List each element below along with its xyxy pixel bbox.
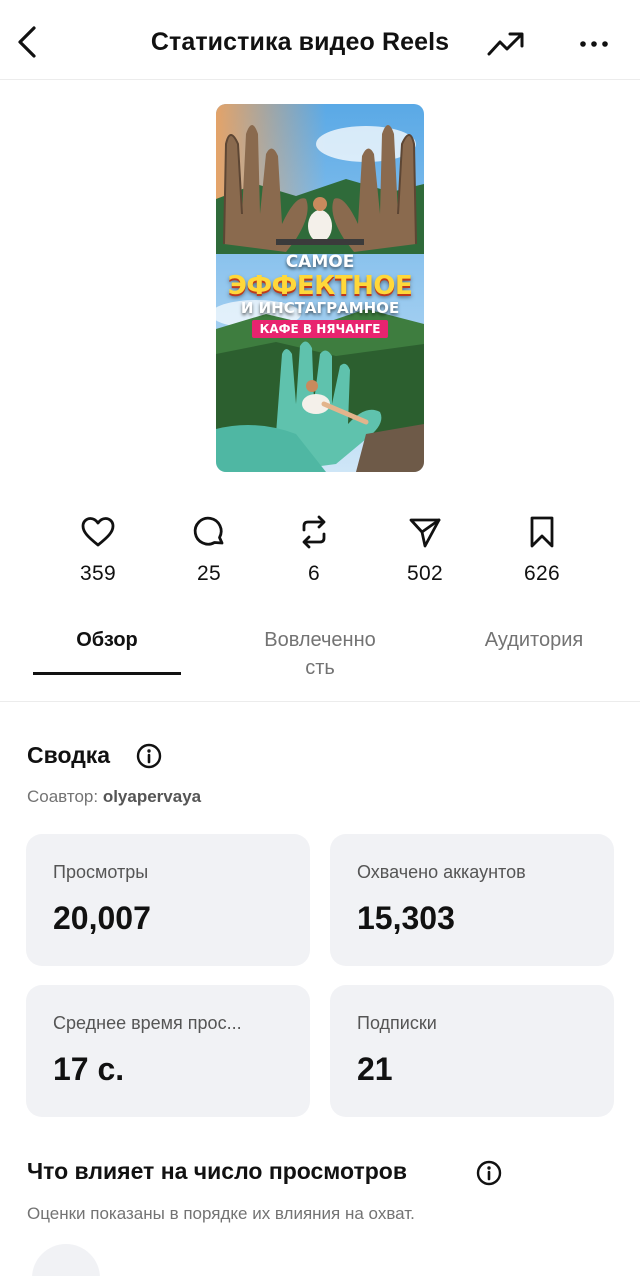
more-horizontal-icon	[580, 41, 608, 47]
info-icon	[476, 1160, 502, 1186]
tab-audience[interactable]: Аудитория	[454, 626, 614, 654]
comments-stat[interactable]: 25	[164, 510, 254, 586]
avg-watch-time-label: Среднее время прос...	[53, 1013, 242, 1033]
influence-item-icon	[32, 1244, 100, 1276]
likes-count: 359	[80, 562, 116, 585]
bookmark-icon	[530, 516, 554, 548]
comment-icon	[193, 516, 224, 546]
comments-count: 25	[197, 562, 221, 585]
shares-count: 502	[407, 562, 443, 585]
avg-watch-time-value: 17 с.	[53, 1051, 125, 1087]
tab-engagement-line-2: сть	[305, 657, 335, 679]
repost-icon	[302, 515, 326, 549]
views-value: 20,007	[53, 900, 151, 936]
thumbnail-line-2: ЭФФЕКТНОЕ	[227, 271, 413, 301]
avg-watch-time-card[interactable]: Среднее время прос... 17 с.	[26, 985, 310, 1117]
summary-title: Сводка	[27, 742, 111, 768]
more-options-button[interactable]	[574, 26, 614, 62]
follows-card[interactable]: Подписки 21	[330, 985, 614, 1117]
coauthor-line: Соавтор: olyapervaya	[27, 787, 201, 807]
influence-subtitle: Оценки показаны в порядке их влияния на …	[27, 1204, 415, 1223]
follows-label: Подписки	[357, 1013, 437, 1033]
reach-card[interactable]: Охвачено аккаунтов 15,303	[330, 834, 614, 966]
coauthor-label: Соавтор:	[27, 787, 99, 806]
tab-engagement-line-1: Вовлеченно	[264, 629, 376, 651]
summary-info-button[interactable]	[136, 743, 162, 769]
trend-button[interactable]	[484, 26, 528, 62]
saves-count: 626	[524, 562, 560, 585]
active-tab-indicator	[33, 672, 181, 675]
views-label: Просмотры	[53, 862, 149, 882]
likes-stat[interactable]: 359	[53, 510, 143, 586]
thumbnail-line-1: САМОЕ	[285, 252, 355, 272]
reach-value: 15,303	[357, 900, 455, 936]
shares-stat[interactable]: 502	[380, 510, 470, 586]
tab-bar: Обзор Вовлеченно сть Аудитория	[0, 620, 640, 702]
saves-stat[interactable]: 626	[497, 510, 587, 586]
top-bar: Статистика видео Reels	[0, 0, 640, 80]
reposts-stat[interactable]: 6	[269, 510, 359, 586]
thumbnail-caption: САМОЕ ЭФФЕКТНОЕ И ИНСТАГРАМНОЕ КАФЕ В НЯ…	[216, 254, 424, 338]
reposts-count: 6	[308, 562, 320, 585]
page-title: Статистика видео Reels	[150, 28, 450, 56]
follows-value: 21	[357, 1051, 393, 1087]
reach-label: Охвачено аккаунтов	[357, 862, 526, 882]
share-icon	[409, 518, 441, 548]
info-icon	[136, 743, 162, 769]
coauthor-name[interactable]: olyapervaya	[103, 787, 201, 806]
trending-up-icon	[487, 32, 524, 56]
tab-engagement[interactable]: Вовлеченно сть	[230, 626, 410, 682]
heart-icon	[81, 517, 115, 547]
influence-title: Что влияет на число просмотров	[27, 1158, 407, 1184]
thumbnail-line-4: КАФЕ В НЯЧАНГЕ	[251, 320, 389, 338]
thumbnail-line-3: И ИНСТАГРАМНОЕ	[240, 299, 400, 317]
influence-info-button[interactable]	[476, 1160, 502, 1186]
reel-thumbnail[interactable]: САМОЕ ЭФФЕКТНОЕ И ИНСТАГРАМНОЕ КАФЕ В НЯ…	[216, 104, 424, 472]
tab-overview[interactable]: Обзор	[33, 626, 181, 654]
views-card[interactable]: Просмотры 20,007	[26, 834, 310, 966]
